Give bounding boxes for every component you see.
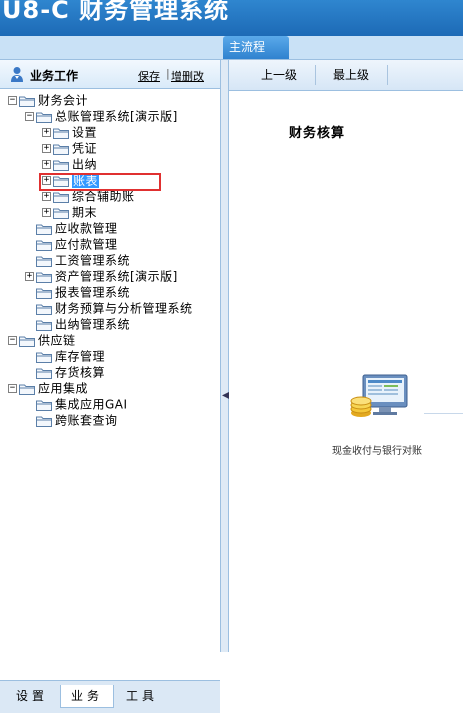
tree-node-label[interactable]: 存货核算 (55, 366, 105, 380)
collapse-icon[interactable]: − (8, 336, 17, 345)
bottom-tab-business[interactable]: 业务 (60, 685, 114, 708)
tree-node[interactable]: 集成应用GAI (25, 396, 128, 412)
bottom-tab-settings[interactable]: 设置 (6, 685, 58, 707)
tree-node-label[interactable]: 期末 (72, 206, 97, 220)
expand-icon[interactable]: + (42, 144, 51, 153)
up-one-level-button[interactable]: 上一级 (251, 60, 307, 90)
app-header: U8-C 财务管理系统 (0, 0, 463, 36)
folder-icon (53, 143, 69, 155)
tree-node-label[interactable]: 出纳管理系统 (55, 318, 130, 332)
tree-node[interactable]: 存货核算 (25, 364, 105, 380)
tree-node-label[interactable]: 综合辅助账 (72, 190, 135, 204)
folder-icon (36, 303, 52, 315)
folder-icon (36, 367, 52, 379)
folder-icon (19, 95, 35, 107)
expand-icon[interactable]: + (42, 128, 51, 137)
tree-node[interactable]: − 财务会计 (8, 92, 88, 108)
folder-icon (19, 335, 35, 347)
section-title: 财务核算 (289, 126, 346, 141)
folder-icon (36, 351, 52, 363)
panel-splitter[interactable]: ◀ (221, 60, 230, 652)
link-separator: | (166, 67, 170, 80)
user-icon (11, 67, 23, 82)
tree-node[interactable]: − 应用集成 (8, 380, 88, 396)
tree-node[interactable]: + 出纳 (42, 156, 97, 172)
folder-icon (53, 207, 69, 219)
left-panel-title: 业务工作 (30, 69, 79, 83)
tree-node-label[interactable]: 出纳 (72, 158, 97, 172)
collapse-icon[interactable]: − (8, 96, 17, 105)
tree-node[interactable]: + 凭证 (42, 140, 97, 156)
tree-node[interactable]: + 期末 (42, 204, 97, 220)
folder-icon (19, 383, 35, 395)
tree-node[interactable]: + 资产管理系统[演示版] (25, 268, 178, 284)
edit-link[interactable]: 增删改 (171, 68, 204, 84)
folder-icon (36, 319, 52, 331)
tree-node-label[interactable]: 总账管理系统[演示版] (55, 110, 178, 124)
folder-icon (36, 399, 52, 411)
tree-node[interactable]: − 供应链 (8, 332, 76, 348)
cash-bank-reconciliation-icon[interactable] (349, 373, 411, 421)
annotation-highlight-box (39, 173, 161, 191)
tree-node[interactable]: − 总账管理系统[演示版] (25, 108, 178, 124)
folder-icon (36, 287, 52, 299)
tree-node[interactable]: 工资管理系统 (25, 252, 130, 268)
tree-node[interactable]: 应收款管理 (25, 220, 118, 236)
top-level-button[interactable]: 最上级 (323, 60, 379, 90)
save-link[interactable]: 保存 (138, 68, 160, 84)
tree-node[interactable]: 财务预算与分析管理系统 (25, 300, 193, 316)
tree-node-label[interactable]: 应收款管理 (55, 222, 118, 236)
tree-node-label[interactable]: 供应链 (38, 334, 76, 348)
folder-icon (36, 271, 52, 283)
left-nav-panel: 业务工作 保存 增删改 | − 财务会计 − 总账管理系统[演示版] + 设置 + 凭证 + 出纳… (0, 60, 221, 713)
expand-icon[interactable]: + (42, 160, 51, 169)
content-toolbar: 上一级 最上级 (229, 60, 463, 91)
folder-icon (36, 239, 52, 251)
tree-node[interactable]: 库存管理 (25, 348, 105, 364)
left-panel-header: 业务工作 保存 增删改 | (0, 60, 220, 89)
app-logo: U8-C 财务管理系统 (2, 0, 230, 24)
folder-icon (36, 415, 52, 427)
collapse-icon[interactable]: − (8, 384, 17, 393)
expand-icon[interactable]: + (42, 208, 51, 217)
tree-node[interactable]: 跨账套查询 (25, 412, 118, 428)
tree-node-label[interactable]: 跨账套查询 (55, 414, 118, 428)
tree-node[interactable]: 报表管理系统 (25, 284, 130, 300)
bottom-tab-bar: 设置 业务 工具 (0, 680, 220, 713)
folder-icon (53, 191, 69, 203)
flow-connector-line (424, 413, 463, 414)
folder-icon (36, 111, 52, 123)
folder-icon (53, 159, 69, 171)
expand-icon[interactable]: + (25, 272, 34, 281)
tree-node-label[interactable]: 应付款管理 (55, 238, 118, 252)
content-panel: 上一级 最上级 财务核算 现金收付与银行对账 (229, 60, 463, 652)
folder-icon (36, 255, 52, 267)
tree-node-label[interactable]: 凭证 (72, 142, 97, 156)
tree-node[interactable]: 应付款管理 (25, 236, 118, 252)
tree-node-label[interactable]: 报表管理系统 (55, 286, 130, 300)
expand-icon[interactable]: + (42, 192, 51, 201)
tab-main-flow[interactable]: 主流程 (223, 36, 289, 59)
tree-node-label[interactable]: 资产管理系统[演示版] (55, 270, 178, 284)
tree-node-label[interactable]: 库存管理 (55, 350, 105, 364)
tree-node-label[interactable]: 工资管理系统 (55, 254, 130, 268)
toolbar-separator (315, 65, 316, 85)
tree-node[interactable]: 出纳管理系统 (25, 316, 130, 332)
tree-node-label[interactable]: 财务会计 (38, 94, 88, 108)
tree-node[interactable]: + 设置 (42, 124, 97, 140)
cash-bank-reconciliation-label[interactable]: 现金收付与银行对账 (332, 442, 422, 457)
collapse-icon[interactable]: − (25, 112, 34, 121)
folder-icon (36, 223, 52, 235)
folder-icon (53, 127, 69, 139)
tree-node-label[interactable]: 设置 (72, 126, 97, 140)
bottom-tab-tools[interactable]: 工具 (116, 685, 168, 707)
tree-node-label[interactable]: 应用集成 (38, 382, 88, 396)
tree-node-label[interactable]: 财务预算与分析管理系统 (55, 302, 193, 316)
tree-node-label[interactable]: 集成应用GAI (55, 398, 128, 412)
toolbar-separator (387, 65, 388, 85)
